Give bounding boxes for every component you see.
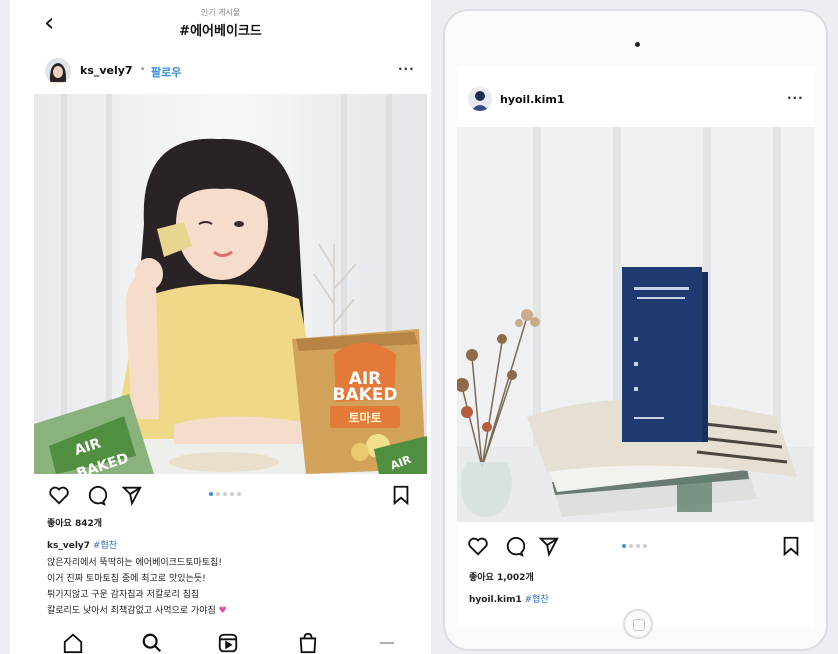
post-image: AIR BAKED 토마토 AIR BAKED AIR [34,94,427,474]
bottom-nav [10,628,431,654]
top-header: ‹ 인기 게시물 #에어베이크드 [10,0,431,48]
more-options-button[interactable]: ··· [787,91,804,105]
caption-hashtag[interactable]: #협찬 [93,541,117,551]
heart-emoji-icon: ♥ [218,606,227,616]
avatar[interactable] [468,87,492,111]
avatar[interactable] [45,58,71,84]
header-subtitle: 인기 게시물 [200,8,241,17]
home-button[interactable] [623,609,653,639]
caption-hashtag[interactable]: #협찬 [525,595,549,605]
carousel-indicator [622,544,647,548]
carousel-dot [209,492,213,496]
left-phone-screen: ‹ 인기 게시물 #에어베이크드 ks_vely7 • 팔로우 ··· AIR … [10,0,431,654]
reels-icon[interactable] [217,632,239,654]
likes-count: 좋아요 1,002개 [469,573,534,583]
post-image [457,127,814,522]
comment-icon[interactable] [503,535,526,557]
svg-text:토마토: 토마토 [348,410,381,425]
caption-line-text: 칼로리도 낮아서 죄책감없고 사먹으로 가야짐 [47,606,216,616]
home-icon[interactable] [62,632,84,654]
share-send-icon[interactable] [121,484,143,506]
share-send-icon[interactable] [538,535,560,557]
caption-header: hyoil.kim1 #협찬 [469,592,549,605]
carousel-dot [216,492,220,496]
caption-username[interactable]: hyoil.kim1 [469,595,522,605]
caption-line: 이거 진짜 토마토칩 중에 최고로 맛있는듯! [47,574,206,584]
likes-count: 좋아요 842개 [47,519,103,529]
front-camera [635,42,640,47]
username[interactable]: hyoil.kim1 [500,93,564,106]
username[interactable]: ks_vely7 [80,64,133,77]
carousel-dot [223,492,227,496]
tablet-frame: hyoil.kim1 ··· 좋아요 1,002개 hyoil.kim1 #협찬 [443,9,828,651]
carousel-dot [230,492,234,496]
caption-line: 튀기지않고 구운 감자칩과 저칼로리 칩칩 [47,590,200,600]
tablet-screen: hyoil.kim1 ··· 좋아요 1,002개 hyoil.kim1 #협찬 [457,67,814,627]
shop-icon[interactable] [297,632,319,654]
svg-text:BAKED: BAKED [332,385,397,405]
carousel-indicator [209,492,241,496]
like-heart-icon[interactable] [467,535,489,557]
caption-username[interactable]: ks_vely7 [47,541,90,551]
profile-icon[interactable] [376,632,398,654]
caption-header: ks_vely7 #협찬 [47,538,117,551]
carousel-dot [636,544,640,548]
bookmark-icon[interactable] [390,484,412,506]
search-icon[interactable] [141,632,163,654]
bookmark-icon[interactable] [780,535,802,557]
like-heart-icon[interactable] [48,484,70,506]
caption-line: 앉은자리에서 뚝딱하는 에어베이크드토마토칩! [47,558,222,568]
comment-icon[interactable] [85,484,108,506]
page-title: #에어베이크드 [179,24,262,39]
more-options-button[interactable]: ··· [398,62,415,76]
carousel-dot [629,544,633,548]
follow-button[interactable]: 팔로우 [151,64,181,80]
post-header: ks_vely7 • 팔로우 ··· [10,55,431,87]
carousel-dot [237,492,241,496]
carousel-dot [622,544,626,548]
caption-line: 칼로리도 낮아서 죄책감없고 사먹으로 가야짐 ♥ [47,603,227,616]
separator-dot: • [140,65,146,75]
carousel-dot [643,544,647,548]
